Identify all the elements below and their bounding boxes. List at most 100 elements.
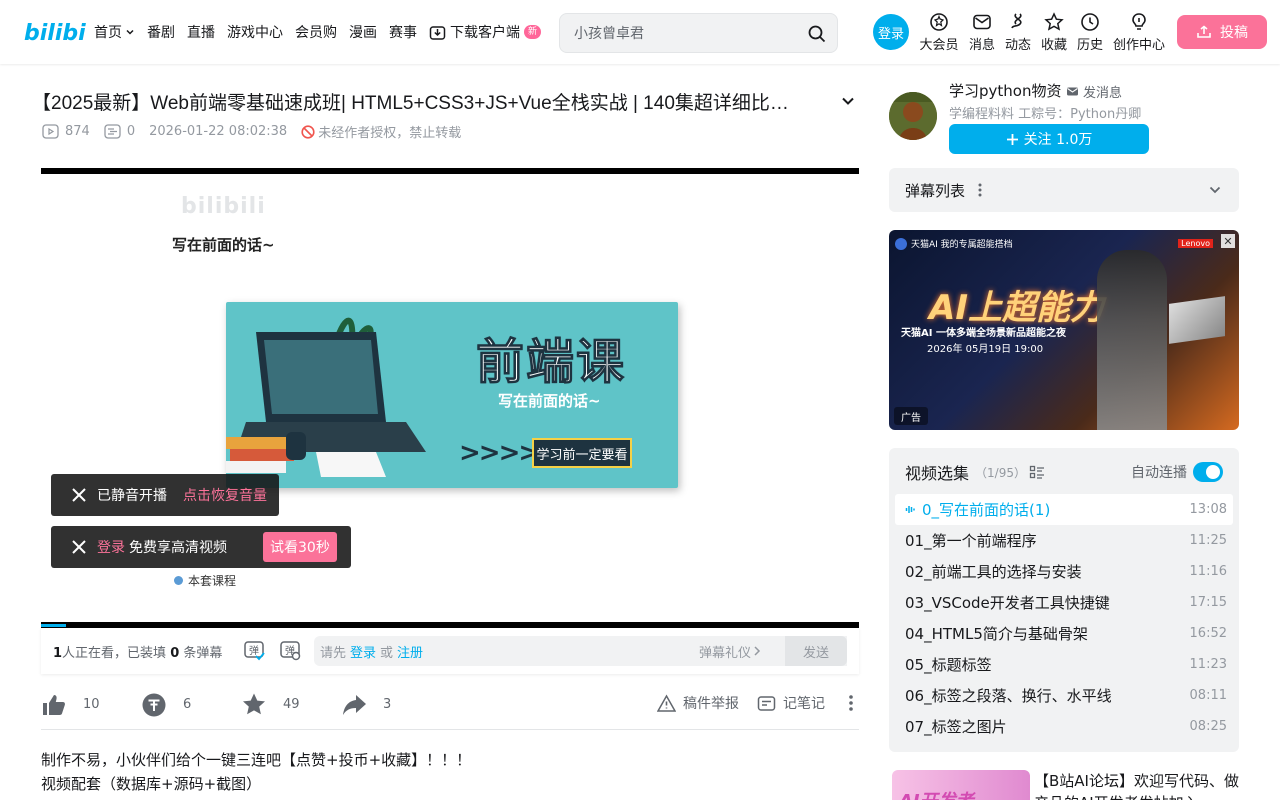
danmaku-send-button[interactable]: 发送 (785, 636, 847, 666)
upload-button[interactable]: 投稿 (1177, 15, 1267, 49)
playlist-item[interactable]: 01_第一个前端程序 11:25 (895, 525, 1233, 556)
danmaku-settings-icon[interactable]: 弹 (279, 639, 301, 661)
copyright-notice: 未经作者授权，禁止转载 (301, 122, 461, 141)
slide-subtitle: 写在前面的话~ (498, 392, 601, 410)
description-line: 制作不易，小伙伴们给个一键三连吧【点赞+投币+收藏】！！！ (41, 751, 472, 769)
download-client-link[interactable]: 下载客户端 新 (429, 22, 542, 42)
playlist-item[interactable]: 06_标签之段落、换行、水平线 08:11 (895, 680, 1233, 711)
search-input[interactable] (566, 20, 802, 46)
chevron-right-icon (754, 646, 761, 656)
nav-manga-label: 漫画 (349, 25, 377, 41)
bilibili-logo[interactable]: bilibili (24, 16, 86, 46)
plus-icon (1006, 133, 1018, 145)
playlist-header: 视频选集 （1/95） (905, 460, 1045, 484)
more-icon[interactable] (843, 694, 859, 712)
advertisement-banner[interactable]: 天猫AI 我的专属超能搭档 Lenovo ✕ AI上超能力 天猫AI 一体多端全… (889, 230, 1239, 430)
danmaku-toggle-icon[interactable]: 弹 (243, 639, 265, 661)
playlist-item[interactable]: 03_VSCode开发者工具快捷键 17:15 (895, 587, 1233, 618)
play-count-icon (42, 124, 59, 139)
report-label: 稿件举报 (683, 696, 739, 712)
entry-dynamic[interactable]: 动态 (1000, 12, 1036, 53)
login-button[interactable]: 登录 (873, 14, 909, 50)
note-button[interactable]: 记笔记 (757, 693, 825, 713)
playlist-item[interactable]: 04_HTML5简介与基础骨架 16:52 (895, 618, 1233, 649)
search-icon (808, 25, 826, 43)
autoplay-toggle[interactable] (1193, 462, 1223, 482)
favorite-icon (1044, 12, 1064, 31)
danmaku-list-panel[interactable]: 弹幕列表 (889, 168, 1239, 212)
entry-favorite[interactable]: 收藏 (1036, 12, 1072, 53)
login-toast-link[interactable]: 登录 (97, 537, 125, 557)
entry-message-label: 消息 (968, 38, 995, 53)
share-count: 3 (383, 697, 392, 712)
like-button[interactable]: 10 (41, 692, 141, 718)
chevron-down-icon (126, 29, 134, 35)
danmaku-toggles: 弹 弹 (243, 639, 315, 661)
favorite-count: 49 (283, 697, 300, 712)
upload-icon (1197, 25, 1211, 38)
playlist-item-duration: 11:25 (1189, 533, 1227, 548)
follow-button[interactable]: 关注 1.0万 (949, 124, 1149, 154)
playlist-item[interactable]: 07_标签之图片 08:25 (895, 711, 1233, 742)
close-icon[interactable] (71, 539, 87, 555)
playlist-item[interactable]: 0_写在前面的话(1) 13:08 (895, 494, 1233, 525)
danmaku-login-link[interactable]: 登录 (350, 642, 376, 661)
main-nav: 首页 番剧 直播 游戏中心 会员购 漫画 赛事 下载客户端 新 (94, 0, 542, 64)
viewer-text: 人正在看，已装填 (62, 645, 167, 661)
share-icon (343, 694, 366, 715)
slide-button: 学习前一定要看 (532, 438, 632, 468)
entry-history[interactable]: 历史 (1072, 12, 1108, 53)
video-toolbar: 10 6 49 3 稿件举报 记笔记 (41, 680, 859, 730)
danmaku-or-text: 或 (380, 645, 394, 661)
nav-manga[interactable]: 漫画 (349, 22, 377, 42)
close-icon[interactable] (71, 487, 87, 503)
uploader-avatar[interactable] (889, 92, 937, 140)
report-button[interactable]: 稿件举报 (657, 693, 739, 713)
playlist-item[interactable]: 02_前端工具的选择与安装 11:16 (895, 556, 1233, 587)
entry-vip[interactable]: 大会员 (914, 12, 964, 53)
playing-icon (905, 506, 915, 513)
playlist-item-duration: 08:25 (1189, 719, 1227, 734)
playlist-panel: 视频选集 （1/95） 自动连播 0_写在前面的话(1) 13:08 01_第一个前… (889, 448, 1239, 752)
playlist-item[interactable]: 05_标题标签 11:23 (895, 649, 1233, 680)
video-title: 【2025最新】Web前端零基础速成班| HTML5+CSS3+JS+Vue全栈… (32, 92, 789, 114)
ad-tag: 广告 (894, 407, 928, 425)
video-description: 制作不易，小伙伴们给个一键三连吧【点赞+投币+收藏】！！！ 视频配套（数据库+源… (41, 748, 471, 796)
list-icon[interactable] (1029, 464, 1045, 480)
uploader-description: 学编程料料 工粽号：Python丹卿 (949, 107, 1142, 122)
chevron-down-icon[interactable] (840, 93, 856, 109)
recommend-thumbnail[interactable]: AI开发者 (892, 770, 1030, 800)
nav-game[interactable]: 游戏中心 (227, 22, 283, 42)
entry-message[interactable]: 消息 (964, 12, 1000, 53)
ad-brand-text: 天猫AI 我的专属超能搭档 (911, 240, 1013, 250)
coin-button[interactable]: 6 (141, 692, 241, 718)
nav-bangumi[interactable]: 番剧 (147, 22, 175, 42)
slide-watermark-logo: bilibili (181, 194, 266, 219)
danmaku-bar: 1人正在看，已装填 0 条弹幕 弹 弹 请先 登录 或 注册 弹幕礼仪 发送 (41, 628, 859, 674)
trial-button[interactable]: 试看30秒 (263, 532, 337, 562)
uploader-name[interactable]: 学习python物资 (949, 80, 1061, 101)
search-button[interactable] (805, 22, 829, 46)
share-button[interactable]: 3 (341, 692, 441, 718)
send-message-link[interactable]: 发消息 (1066, 82, 1122, 101)
danmaku-etiquette-link[interactable]: 弹幕礼仪 (699, 642, 763, 661)
nav-mall[interactable]: 会员购 (295, 22, 337, 42)
pubdate: 2026-01-22 08:02:38 (149, 124, 288, 139)
ad-person-image (1097, 250, 1167, 430)
more-icon[interactable] (977, 182, 983, 198)
like-count: 10 (83, 697, 100, 712)
ad-close-button[interactable]: ✕ (1221, 234, 1235, 248)
favorite-button[interactable]: 49 (241, 692, 341, 718)
danmaku-count: 0 (104, 123, 135, 140)
restore-volume-link[interactable]: 点击恢复音量 (183, 485, 267, 505)
chevron-down-icon[interactable] (1207, 182, 1223, 198)
like-icon (43, 694, 65, 715)
recommend-title[interactable]: 【B站AI论坛】欢迎写代码、做产品的AI开发者发帖加入 (1034, 770, 1244, 800)
nav-home[interactable]: 首页 (94, 22, 135, 42)
entry-creator[interactable]: 创作中心 (1108, 12, 1170, 53)
nav-live[interactable]: 直播 (187, 22, 215, 42)
nav-match[interactable]: 赛事 (389, 22, 417, 42)
danmaku-input[interactable]: 请先 登录 或 注册 弹幕礼仪 (314, 636, 847, 666)
dynamic-icon (1011, 13, 1022, 29)
danmaku-register-link[interactable]: 注册 (397, 642, 423, 661)
